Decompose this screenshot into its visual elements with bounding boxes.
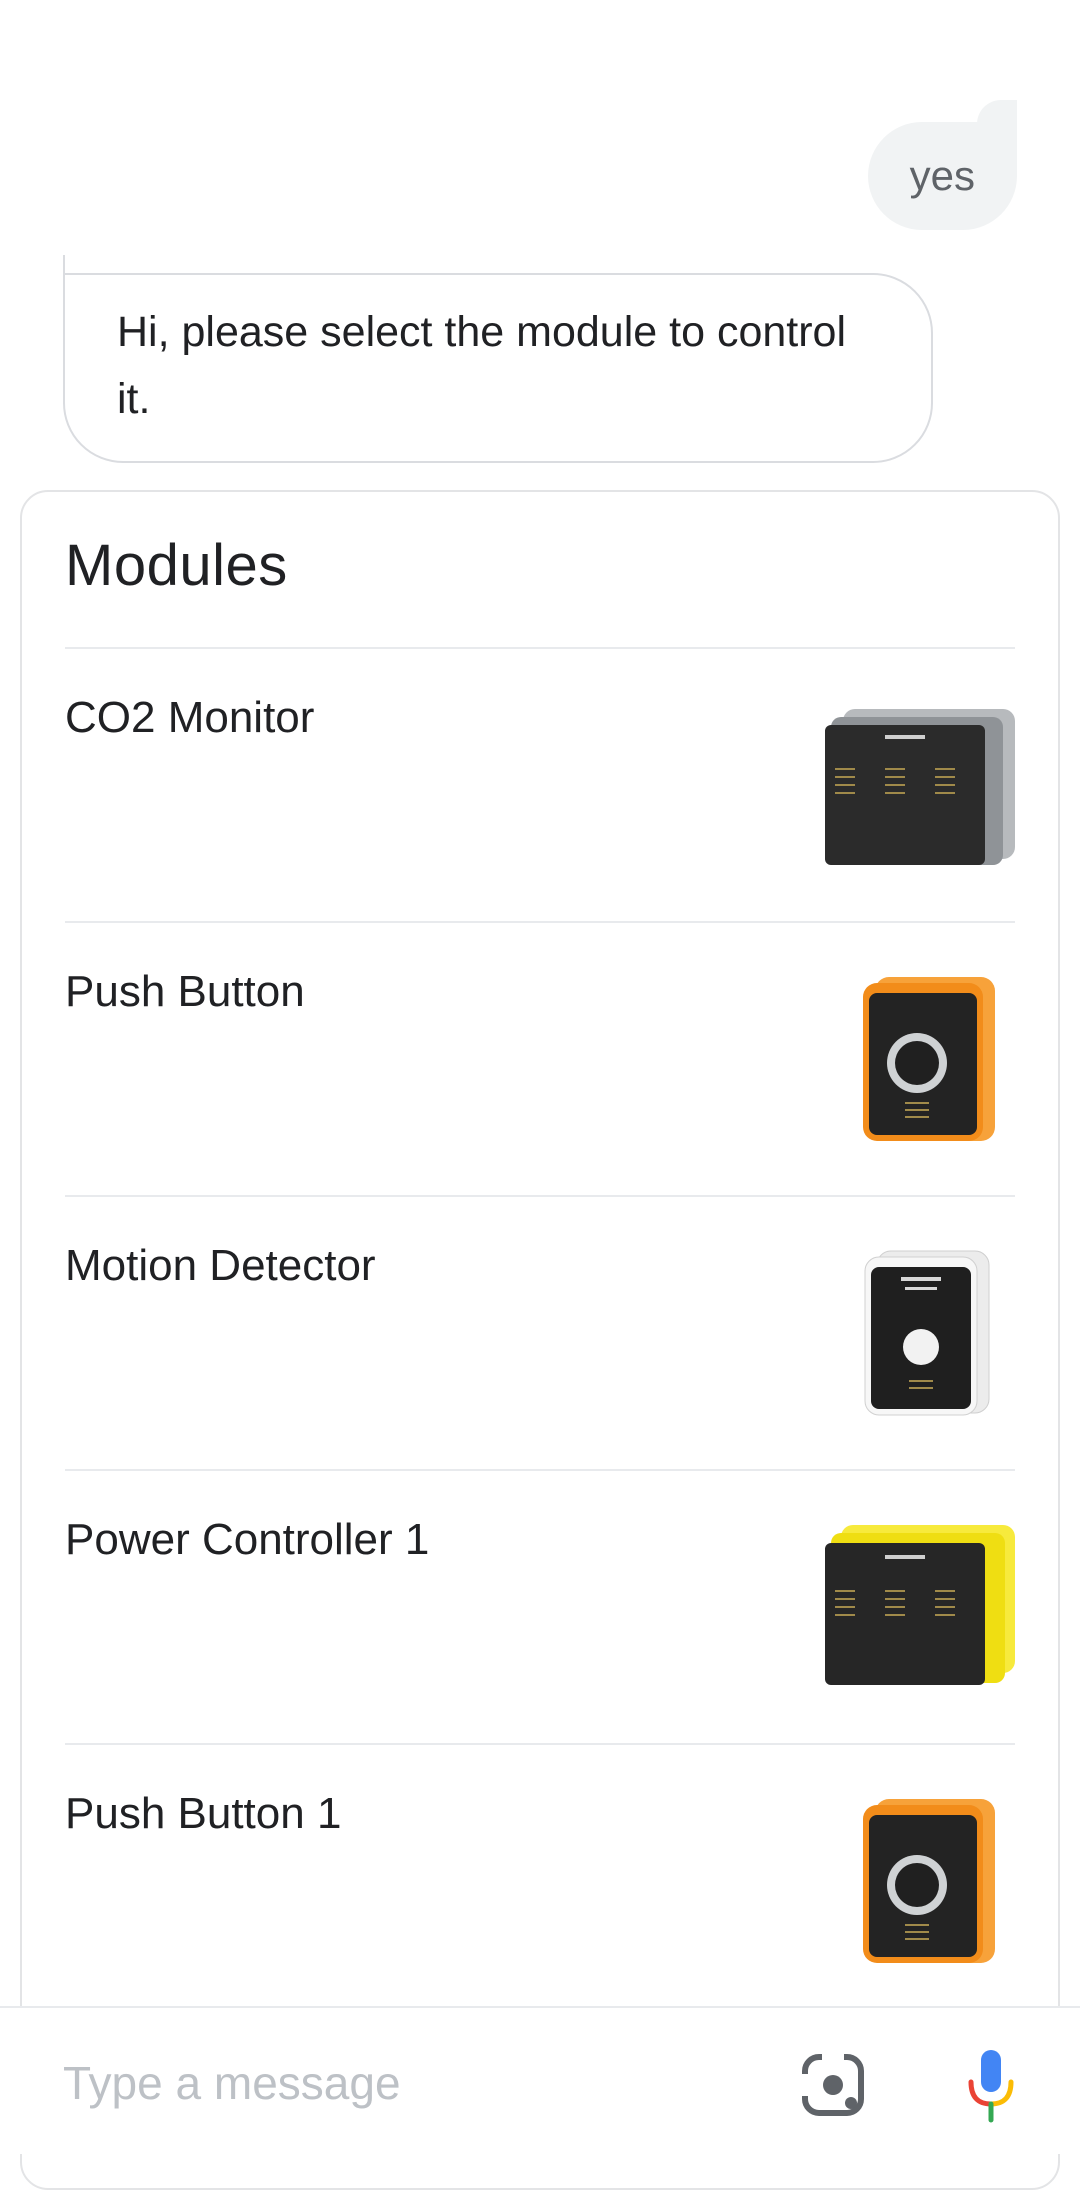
yellow-module-image (825, 1525, 1015, 1685)
list-item-push-button[interactable]: Push Button (65, 921, 1015, 1195)
list-item-co2-monitor[interactable]: CO2 Monitor (65, 647, 1015, 921)
mic-icon[interactable] (966, 2048, 1016, 2124)
message-composer (0, 2006, 1080, 2154)
list-item-label: Motion Detector (65, 1241, 376, 1290)
card-title: Modules (65, 533, 288, 598)
assistant-message-bubble: Hi, please select the module to control … (63, 255, 933, 463)
white-motion-sensor-image (864, 1250, 990, 1416)
list-item-label: Push Button 1 (65, 1789, 342, 1838)
assistant-message-text: Hi, please select the module to control … (117, 308, 847, 423)
lens-icon[interactable] (802, 2054, 864, 2116)
list-item-label: Power Controller 1 (65, 1515, 430, 1564)
gray-module-image (825, 709, 1015, 865)
user-message-text: yes (909, 152, 975, 199)
list-item-motion-detector[interactable]: Motion Detector (65, 1195, 1015, 1469)
user-message-bubble: yes (867, 100, 1018, 230)
list-item-label: CO2 Monitor (65, 693, 315, 742)
modules-card: Modules CO2 Monitor Push Button Motion D… (20, 490, 1060, 2190)
list-item-push-button-1[interactable]: Push Button 1 (65, 1743, 1015, 2017)
modules-list: CO2 Monitor Push Button Motion Detector … (65, 647, 1015, 2017)
orange-push-button-image (863, 977, 995, 1141)
list-item-label: Push Button (65, 967, 305, 1016)
orange-push-button-image (863, 1799, 995, 1963)
message-input[interactable] (63, 2048, 713, 2118)
list-item-power-controller-1[interactable]: Power Controller 1 (65, 1469, 1015, 1743)
